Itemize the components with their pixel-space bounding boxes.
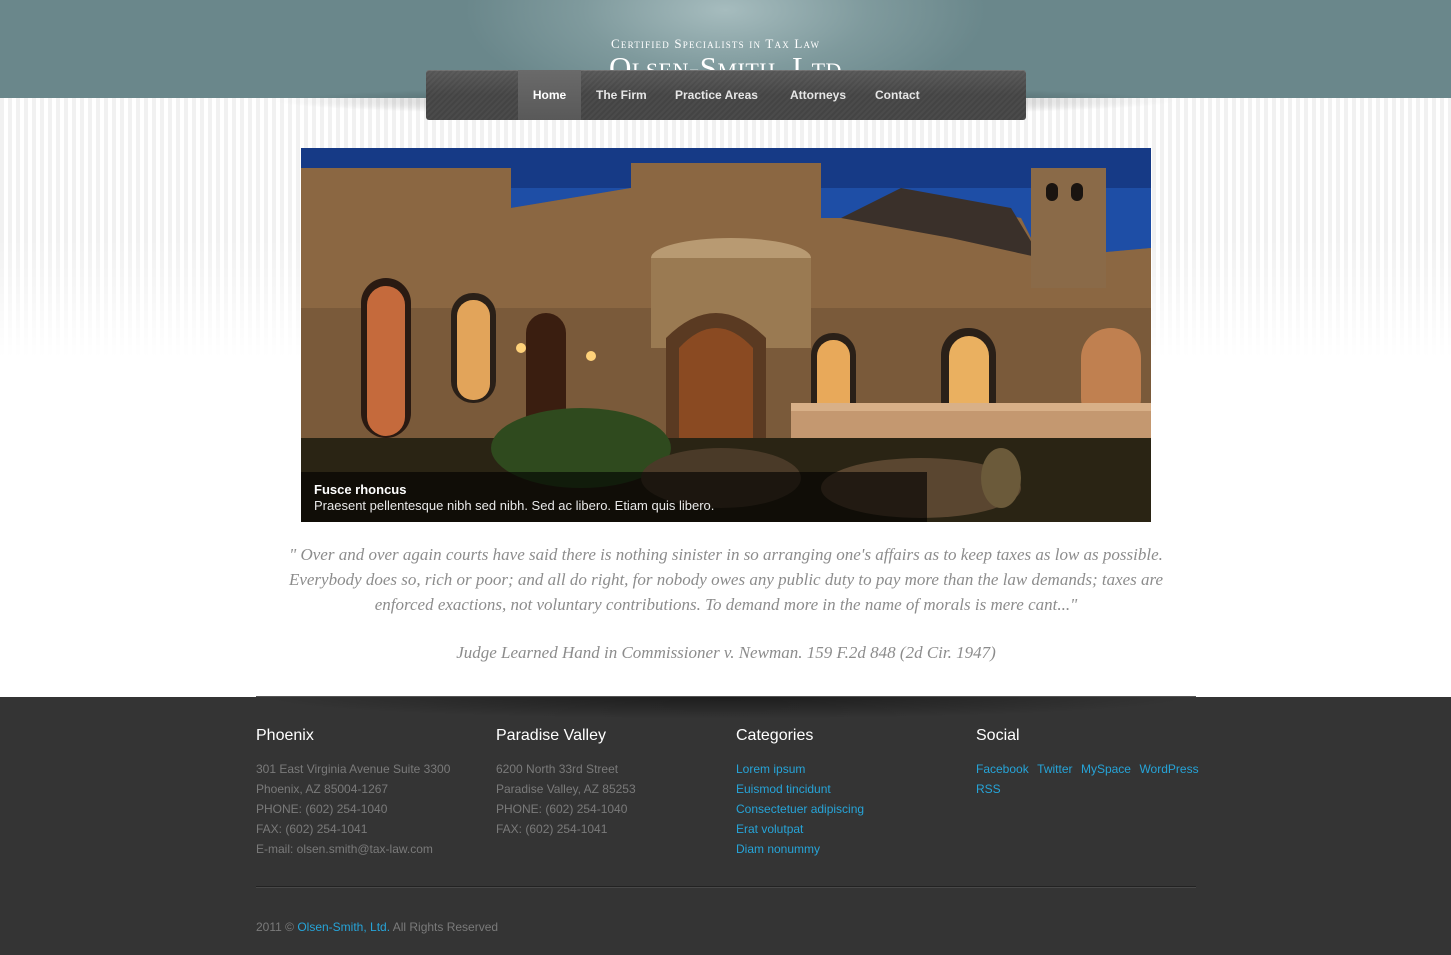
nav-attorneys[interactable]: Attorneys bbox=[790, 70, 846, 120]
slider-caption: Fusce rhoncus Praesent pellentesque nibh… bbox=[301, 472, 927, 522]
footer-shadow bbox=[256, 697, 1196, 719]
footer-social: Social Facebook Twitter MySpace WordPres… bbox=[976, 727, 1206, 799]
phoenix-heading: Phoenix bbox=[256, 727, 314, 744]
hero-image bbox=[301, 148, 1151, 522]
nav-the-firm[interactable]: The Firm bbox=[596, 70, 647, 120]
paradise-valley-heading: Paradise Valley bbox=[496, 727, 606, 744]
pv-fax: FAX: (602) 254-1041 bbox=[496, 822, 608, 836]
wordpress-link[interactable]: WordPress bbox=[1139, 759, 1198, 779]
social-heading: Social bbox=[976, 727, 1020, 744]
caption-title: Fusce rhoncus bbox=[314, 482, 407, 497]
pv-city: Paradise Valley, AZ 85253 bbox=[496, 782, 636, 796]
social-links: Facebook Twitter MySpace WordPress RSS bbox=[976, 759, 1206, 799]
copyright: 2011 © Olsen-Smith, Ltd. All Rights Rese… bbox=[256, 920, 498, 934]
footer-categories: Categories Lorem ipsum Euismod tincidunt… bbox=[736, 727, 966, 859]
nav-home[interactable]: Home bbox=[518, 70, 581, 120]
phoenix-email: E-mail: olsen.smith@tax-law.com bbox=[256, 842, 433, 856]
footer-paradise-valley: Paradise Valley 6200 North 33rd Street P… bbox=[496, 727, 726, 839]
nav-contact[interactable]: Contact bbox=[875, 70, 920, 120]
category-link[interactable]: Diam nonummy bbox=[736, 839, 966, 859]
footer: Phoenix 301 East Virginia Avenue Suite 3… bbox=[0, 696, 1451, 955]
categories-heading: Categories bbox=[736, 727, 814, 744]
phoenix-fax: FAX: (602) 254-1041 bbox=[256, 822, 368, 836]
phoenix-phone: PHONE: (602) 254-1040 bbox=[256, 802, 388, 816]
main-nav: Home The Firm Practice Areas Attorneys C… bbox=[426, 70, 1026, 120]
rss-link[interactable]: RSS bbox=[976, 779, 1001, 799]
phoenix-address: 301 East Virginia Avenue Suite 3300 bbox=[256, 762, 451, 776]
twitter-link[interactable]: Twitter bbox=[1037, 759, 1072, 779]
nav-practice-areas[interactable]: Practice Areas bbox=[675, 70, 758, 120]
copyright-year: 2011 © bbox=[256, 920, 294, 934]
quote-citation: Judge Learned Hand in Commissioner v. Ne… bbox=[456, 643, 996, 662]
category-link[interactable]: Consectetuer adipiscing bbox=[736, 799, 966, 819]
tax-quote: " Over and over again courts have said t… bbox=[288, 545, 1164, 614]
phoenix-city: Phoenix, AZ 85004-1267 bbox=[256, 782, 389, 796]
myspace-link[interactable]: MySpace bbox=[1081, 759, 1131, 779]
footer-phoenix: Phoenix 301 East Virginia Avenue Suite 3… bbox=[256, 727, 486, 859]
facebook-link[interactable]: Facebook bbox=[976, 759, 1029, 779]
footer-divider bbox=[256, 886, 1196, 888]
copyright-rights: All Rights Reserved bbox=[392, 920, 499, 934]
category-link[interactable]: Euismod tincidunt bbox=[736, 779, 966, 799]
caption-text: Praesent pellentesque nibh sed nibh. Sed… bbox=[314, 498, 715, 513]
category-link[interactable]: Lorem ipsum bbox=[736, 759, 966, 779]
pv-address: 6200 North 33rd Street bbox=[496, 762, 619, 776]
copyright-company-link[interactable]: Olsen-Smith, Ltd. bbox=[297, 920, 390, 934]
hero-slider[interactable]: Fusce rhoncus Praesent pellentesque nibh… bbox=[301, 148, 1151, 522]
pv-phone: PHONE: (602) 254-1040 bbox=[496, 802, 628, 816]
category-link[interactable]: Erat volutpat bbox=[736, 819, 966, 839]
